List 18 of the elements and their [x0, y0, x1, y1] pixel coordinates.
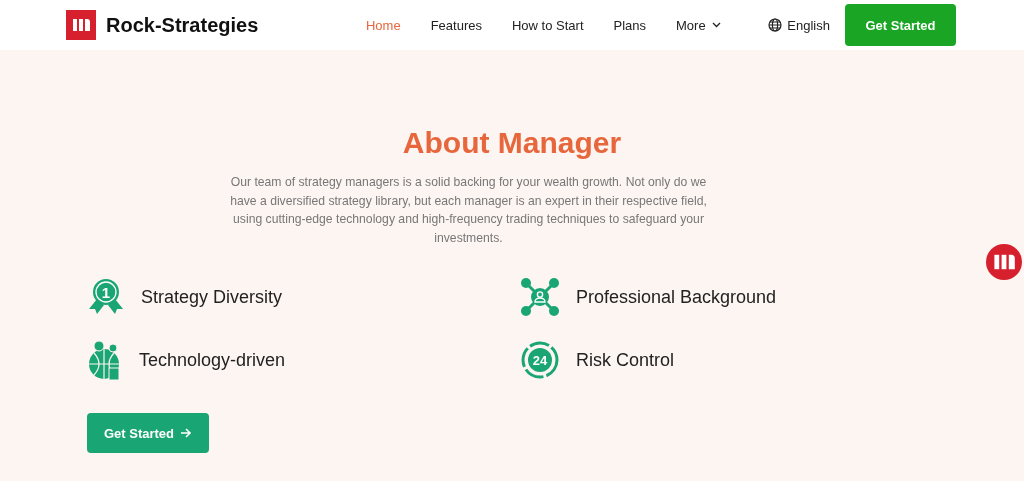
nav-link[interactable]: Features — [415, 17, 497, 33]
network-icon — [520, 277, 560, 317]
nav-link[interactable]: More — [661, 17, 736, 33]
feature-title: Risk Control — [576, 349, 675, 371]
description: Our team of strategy managers is a solid backing for your wealth growth. Not only do we have a diversified strategy library, but each manager is an expert in their respective field, using cutting-edge technology and high-frequency trading techniques to safeguard your investments. — [229, 174, 708, 247]
globe-icon — [768, 18, 783, 32]
arrow-right-icon — [180, 428, 193, 438]
feature-title: Technology-driven — [139, 349, 286, 371]
feature-title: Professional Background — [576, 286, 777, 308]
nav-link[interactable]: How to Start — [496, 17, 599, 33]
feature-title: Strategy Diversity — [141, 286, 283, 308]
brand-name[interactable]: Rock-Strategies — [106, 13, 259, 37]
section-title: About Manager — [401, 126, 623, 160]
clock-icon: 24 — [520, 340, 560, 380]
language-selector[interactable]: English — [768, 17, 830, 33]
logo-icon — [66, 10, 96, 40]
floating-logo-button[interactable] — [986, 244, 1022, 280]
nav-link[interactable]: Plans — [598, 17, 662, 33]
